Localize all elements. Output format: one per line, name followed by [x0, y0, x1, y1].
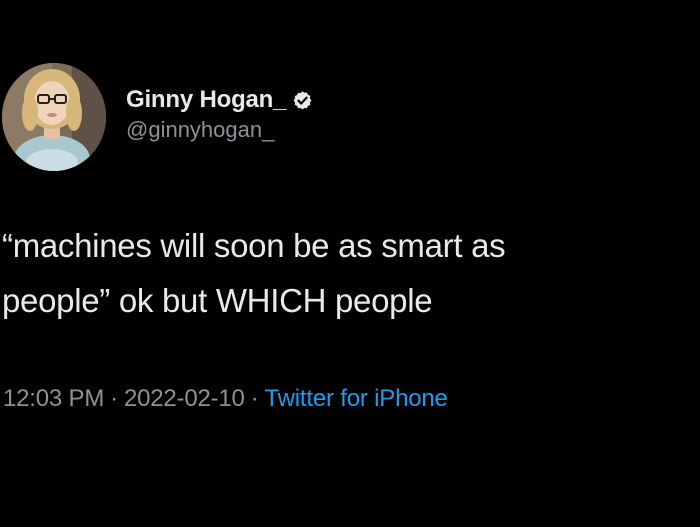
meta-separator: ·	[110, 385, 118, 412]
tweet-time[interactable]: 12:03 PM	[3, 385, 104, 412]
tweet-source-link[interactable]: Twitter for iPhone	[265, 385, 448, 412]
author-display-name[interactable]: Ginny Hogan_	[126, 86, 286, 114]
avatar[interactable]	[2, 63, 106, 171]
verified-badge-icon	[292, 90, 313, 111]
author-name-row: Ginny Hogan_	[126, 83, 313, 117]
tweet: Ginny Hogan_ @ginnyhogan_ “machines will…	[0, 0, 700, 527]
tweet-text-line: “machines will soon be as smart as	[2, 227, 506, 264]
author-handle[interactable]: @ginnyhogan_	[126, 117, 313, 143]
user-avatar-icon	[2, 63, 106, 171]
author-block: Ginny Hogan_ @ginnyhogan_	[126, 83, 313, 143]
tweet-text: “machines will soon be as smart as peopl…	[2, 218, 692, 328]
tweet-text-line: people” ok but WHICH people	[2, 282, 433, 319]
meta-separator: ·	[250, 385, 259, 412]
tweet-metadata: 12:03 PM · 2022-02-10 · Twitter for iPhone	[3, 385, 448, 413]
tweet-date[interactable]: 2022-02-10	[124, 385, 245, 412]
